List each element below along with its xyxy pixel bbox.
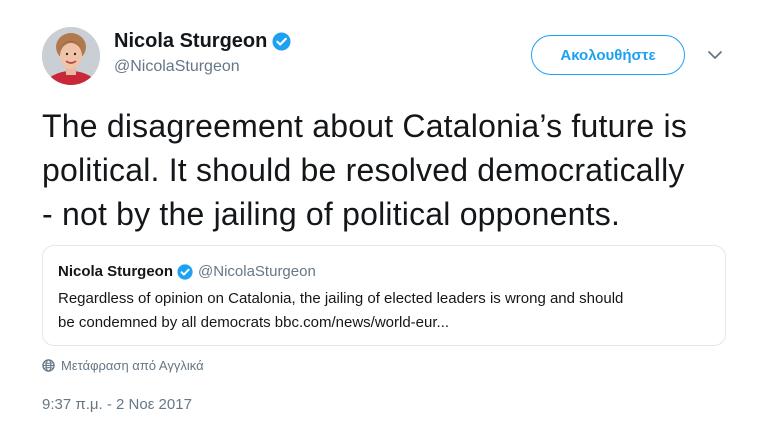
quoted-tweet[interactable]: Nicola Sturgeon @NicolaSturgeon Regardle… [42,245,726,346]
author-name[interactable]: Nicola Sturgeon [114,30,267,53]
quoted-tweet-header: Nicola Sturgeon @NicolaSturgeon [58,263,316,280]
quoted-tweet-text: Regardless of opinion on Catalonia, the … [58,287,718,335]
tweet-text-line: The disagreement about Catalonia’s futur… [42,108,688,144]
follow-button[interactable]: Ακολουθήστε [531,35,685,75]
chevron-down-icon[interactable] [706,48,724,62]
author-name-row: Nicola Sturgeon [114,28,291,54]
quoted-tweet-text-line: Regardless of opinion on Catalonia, the … [58,290,624,307]
tweet-text: The disagreement about Catalonia’s futur… [42,104,742,236]
quoted-author-handle: @NicolaSturgeon [198,263,316,280]
tweet-timestamp[interactable]: 9:37 π.μ. - 2 Νοε 2017 [42,396,192,413]
tweet-text-line: political. It should be resolved democra… [42,152,685,188]
avatar[interactable] [42,27,100,85]
quoted-author-name: Nicola Sturgeon [58,263,174,280]
translate-label: Μετάφραση από Αγγλικά [61,358,204,373]
author-handle[interactable]: @NicolaSturgeon [114,58,240,76]
tweet-text-line: - not by the jailing of political oppone… [42,196,621,232]
avatar-image [42,27,100,85]
verified-badge-icon [272,31,291,51]
translate-link[interactable]: Μετάφραση από Αγγλικά [42,358,204,373]
globe-icon [42,359,55,372]
verified-badge-icon [177,263,193,280]
quoted-tweet-text-line: be condemned by all democrats bbc.com/ne… [58,314,450,331]
tweet-card: Nicola Sturgeon @NicolaSturgeon Ακολουθή… [0,0,770,427]
